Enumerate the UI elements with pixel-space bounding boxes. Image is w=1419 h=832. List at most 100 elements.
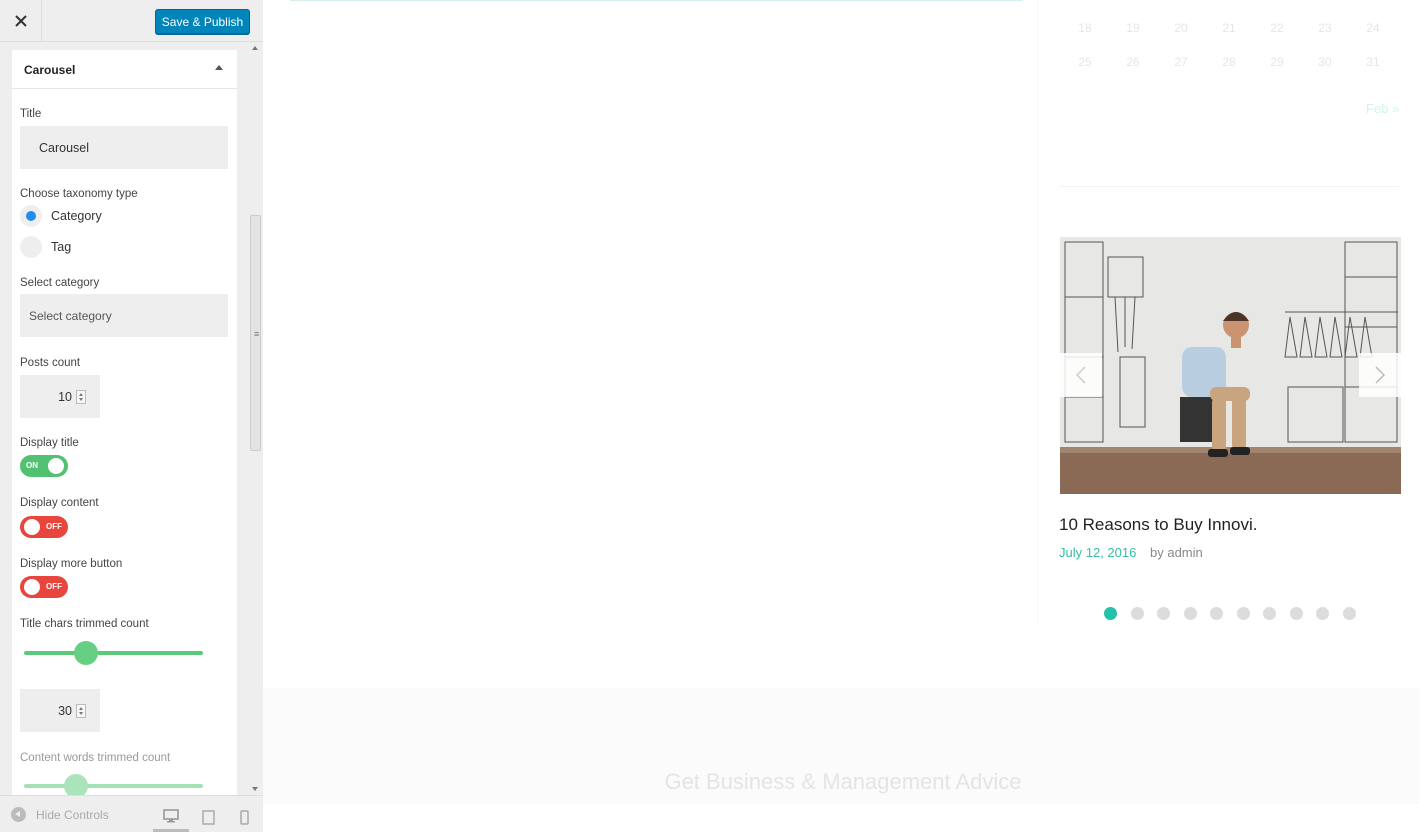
mobile-icon — [239, 809, 249, 825]
close-button[interactable] — [0, 0, 42, 42]
hide-controls-label: Hide Controls — [36, 807, 109, 822]
spinner-arrows-icon[interactable] — [76, 703, 86, 718]
section-header[interactable]: Carousel — [12, 50, 237, 89]
desktop-icon — [163, 808, 179, 822]
display-content-label: Display content — [20, 497, 99, 509]
toggle-knob — [24, 519, 40, 535]
radio-category-label: Category — [51, 209, 102, 223]
tablet-preview-button[interactable] — [190, 802, 226, 832]
calendar-day[interactable]: 24 — [1349, 21, 1397, 35]
radio-category[interactable]: Category — [20, 205, 102, 227]
post-author[interactable]: by admin — [1150, 545, 1203, 560]
calendar-day[interactable]: 27 — [1157, 55, 1205, 69]
grip-icon: ≡ — [254, 329, 260, 339]
radio-tag[interactable]: Tag — [20, 236, 71, 258]
category-select[interactable]: Select category — [20, 294, 228, 337]
calendar-row: 25 26 27 28 29 30 31 — [1061, 55, 1397, 69]
collapse-caret-icon[interactable] — [215, 65, 223, 70]
spinner-arrows-icon[interactable] — [76, 389, 86, 404]
carousel-dot[interactable] — [1263, 607, 1276, 620]
posts-count-stepper[interactable]: 10 — [20, 375, 100, 418]
slider-track[interactable] — [24, 651, 203, 655]
title-chars-value[interactable]: 30 — [20, 704, 72, 718]
radio-button-selected[interactable] — [20, 205, 42, 227]
calendar-day[interactable]: 31 — [1349, 55, 1397, 69]
widget-divider — [1059, 186, 1399, 187]
display-more-label: Display more button — [20, 558, 123, 570]
carousel-dot[interactable] — [1183, 607, 1197, 620]
post-title-link[interactable]: 10 Reasons to Buy Innovi. — [1059, 515, 1257, 535]
radio-button[interactable] — [20, 236, 42, 258]
title-chars-label: Title chars trimmed count — [20, 618, 149, 630]
calendar-day[interactable]: 23 — [1301, 21, 1349, 35]
slider-thumb[interactable] — [74, 641, 98, 665]
scroll-up-icon[interactable] — [252, 46, 258, 50]
title-input[interactable] — [20, 126, 228, 169]
calendar-day[interactable]: 30 — [1301, 55, 1349, 69]
calendar-row: 18 19 20 21 22 23 24 — [1061, 21, 1397, 35]
display-content-toggle[interactable]: OFF — [20, 516, 68, 538]
content-words-label: Content words trimmed count — [20, 752, 171, 764]
carousel-dot[interactable] — [1316, 607, 1329, 620]
taxonomy-label: Choose taxonomy type — [20, 188, 138, 200]
carousel-image[interactable] — [1060, 237, 1401, 494]
chevron-right-icon — [1375, 366, 1385, 384]
title-chars-slider[interactable] — [24, 638, 203, 668]
controls-scroll-area: Carousel Title Choose taxonomy type Cate… — [0, 42, 263, 795]
carousel-pagination — [1104, 607, 1369, 620]
posts-count-value[interactable]: 10 — [20, 390, 72, 404]
carousel-dot[interactable] — [1104, 607, 1117, 620]
carousel-dot[interactable] — [1289, 607, 1303, 620]
save-publish-button[interactable]: Save & Publish — [155, 9, 250, 34]
scrollbar-thumb[interactable]: ≡ — [250, 215, 261, 451]
display-more-toggle[interactable]: OFF — [20, 576, 68, 598]
post-date-link[interactable]: July 12, 2016 — [1059, 545, 1136, 560]
scroll-down-icon[interactable] — [252, 787, 258, 791]
calendar-day[interactable]: 29 — [1253, 55, 1301, 69]
title-label: Title — [20, 108, 42, 120]
panel-header: Save & Publish — [0, 0, 263, 42]
carousel-next-button[interactable] — [1359, 353, 1401, 397]
carousel-dot[interactable] — [1130, 607, 1144, 620]
panel-footer: Hide Controls — [0, 795, 263, 832]
mobile-preview-button[interactable] — [226, 802, 262, 832]
carousel-section: Carousel Title Choose taxonomy type Cate… — [12, 50, 237, 795]
hide-controls-button[interactable]: Hide Controls — [11, 807, 109, 822]
post-photo-illustration — [1060, 237, 1401, 494]
top-divider — [290, 0, 1023, 1]
section-title: Carousel — [24, 63, 76, 77]
carousel-prev-button[interactable] — [1060, 353, 1102, 397]
title-chars-stepper[interactable]: 30 — [20, 689, 100, 732]
slider-thumb[interactable] — [64, 774, 88, 795]
carousel-dot[interactable] — [1236, 607, 1250, 620]
collapse-arrow-icon — [11, 807, 26, 822]
posts-count-label: Posts count — [20, 357, 81, 369]
desktop-preview-button[interactable] — [153, 802, 189, 832]
carousel-dot[interactable] — [1342, 607, 1356, 620]
calendar-day[interactable]: 26 — [1109, 55, 1157, 69]
calendar-day[interactable]: 25 — [1061, 55, 1109, 69]
toggle-state: OFF — [46, 522, 62, 531]
category-label: Select category — [20, 277, 100, 289]
panel-scrollbar[interactable]: ≡ — [248, 42, 263, 795]
close-icon — [14, 15, 27, 27]
carousel-dot[interactable] — [1157, 607, 1170, 620]
toggle-state: ON — [26, 461, 38, 470]
calendar-next-link[interactable]: Feb » — [1366, 101, 1399, 116]
calendar-day[interactable]: 22 — [1253, 21, 1301, 35]
display-title-label: Display title — [20, 437, 79, 449]
radio-tag-label: Tag — [51, 240, 72, 254]
customizer-panel: Save & Publish Carousel Title Choose tax… — [0, 0, 263, 832]
display-title-toggle[interactable]: ON — [20, 455, 68, 477]
calendar-day[interactable]: 19 — [1109, 21, 1157, 35]
site-preview: 18 19 20 21 22 23 24 25 26 27 28 29 30 3… — [263, 0, 1419, 832]
slider-track[interactable] — [24, 784, 203, 788]
footer-heading: Get Business & Management Advice — [664, 769, 1022, 794]
calendar-day[interactable]: 18 — [1061, 21, 1109, 35]
chevron-left-icon — [1076, 366, 1086, 384]
calendar-day[interactable]: 21 — [1205, 21, 1253, 35]
calendar-day[interactable]: 20 — [1157, 21, 1205, 35]
content-words-slider[interactable] — [24, 771, 203, 795]
calendar-day[interactable]: 28 — [1205, 55, 1253, 69]
carousel-dot[interactable] — [1210, 607, 1223, 620]
